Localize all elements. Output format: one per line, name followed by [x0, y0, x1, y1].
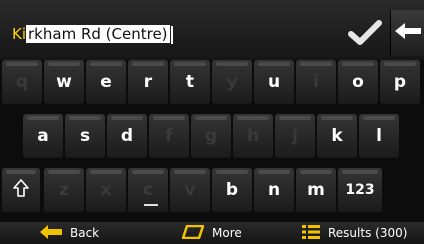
key-label: v: [184, 180, 196, 200]
key-u[interactable]: u: [254, 60, 294, 104]
key-label: i: [313, 72, 319, 92]
search-input-text: Ki rkham Rd (Centre): [12, 22, 173, 46]
key-label: z: [59, 180, 69, 200]
key-n[interactable]: n: [254, 168, 294, 212]
key-label: h: [246, 126, 260, 146]
key-label: s: [79, 126, 91, 146]
key-y: y: [212, 60, 252, 104]
numbers-key[interactable]: 123: [338, 168, 382, 212]
list-icon: [302, 224, 320, 242]
search-bar: Ki rkham Rd (Centre): [0, 0, 424, 60]
key-i: i: [296, 60, 336, 104]
key-p[interactable]: p: [380, 60, 420, 104]
text-caret: [170, 25, 173, 44]
key-q: q: [2, 60, 42, 104]
key-e[interactable]: e: [86, 60, 126, 104]
keyboard-row-2: asdfghjkl: [0, 114, 424, 160]
key-a[interactable]: a: [23, 114, 63, 158]
bottom-toolbar: Back More Results (300): [0, 222, 424, 244]
key-label: u: [267, 72, 281, 92]
key-v: v: [170, 168, 210, 212]
key-label: t: [185, 72, 195, 92]
more-label: More: [212, 226, 242, 240]
key-h: h: [233, 114, 273, 158]
key-label: p: [393, 72, 407, 92]
key-label: e: [100, 72, 112, 92]
key-label: y: [226, 72, 238, 92]
key-label: w: [56, 72, 72, 92]
key-label: r: [143, 72, 153, 92]
back-label: Back: [70, 226, 100, 240]
confirm-button[interactable]: [342, 16, 388, 54]
keyboard-row-1: qwertyuiop: [0, 60, 424, 106]
key-label: j: [292, 126, 298, 146]
key-label: f: [165, 126, 173, 146]
key-t[interactable]: t: [170, 60, 210, 104]
suggested-completion: rkham Rd (Centre): [26, 25, 170, 43]
key-g: g: [191, 114, 231, 158]
backspace-button[interactable]: [390, 10, 424, 56]
shift-arrow-icon: [13, 178, 29, 202]
key-s[interactable]: s: [65, 114, 105, 158]
key-b[interactable]: b: [212, 168, 252, 212]
key-o[interactable]: o: [338, 60, 378, 104]
key-f: f: [149, 114, 189, 158]
key-label: x: [100, 180, 112, 200]
key-label: g: [204, 126, 218, 146]
key-j: j: [275, 114, 315, 158]
key-label: q: [15, 72, 29, 92]
key-w[interactable]: w: [44, 60, 84, 104]
key-r[interactable]: r: [128, 60, 168, 104]
more-button[interactable]: More: [181, 222, 242, 244]
back-button[interactable]: Back: [40, 222, 99, 244]
key-d[interactable]: d: [107, 114, 147, 158]
space-key[interactable]: [136, 168, 166, 212]
key-label: b: [225, 180, 239, 200]
key-m[interactable]: m: [296, 168, 336, 212]
keyboard-row-3: z x c v b n m 123: [0, 168, 424, 214]
key-label: m: [307, 180, 325, 200]
search-input[interactable]: Ki rkham Rd (Centre): [6, 20, 346, 48]
key-label: a: [37, 126, 49, 146]
key-label: o: [352, 72, 364, 92]
key-z: z: [44, 168, 84, 212]
key-label: k: [331, 126, 343, 146]
backspace-arrow-icon: [395, 22, 421, 44]
numbers-key-label: 123: [345, 182, 375, 198]
shift-key[interactable]: [2, 168, 40, 212]
key-label: n: [267, 180, 281, 200]
results-button[interactable]: Results (300): [302, 222, 407, 244]
key-label: l: [376, 126, 382, 146]
back-arrow-icon: [40, 224, 62, 242]
key-x: x: [86, 168, 126, 212]
checkmark-icon: [348, 20, 382, 50]
results-label: Results (300): [328, 226, 408, 240]
key-label: d: [120, 126, 134, 146]
key-l[interactable]: l: [359, 114, 399, 158]
more-rectangle-icon: [181, 224, 205, 242]
typed-prefix: Ki: [12, 25, 27, 43]
key-k[interactable]: k: [317, 114, 357, 158]
